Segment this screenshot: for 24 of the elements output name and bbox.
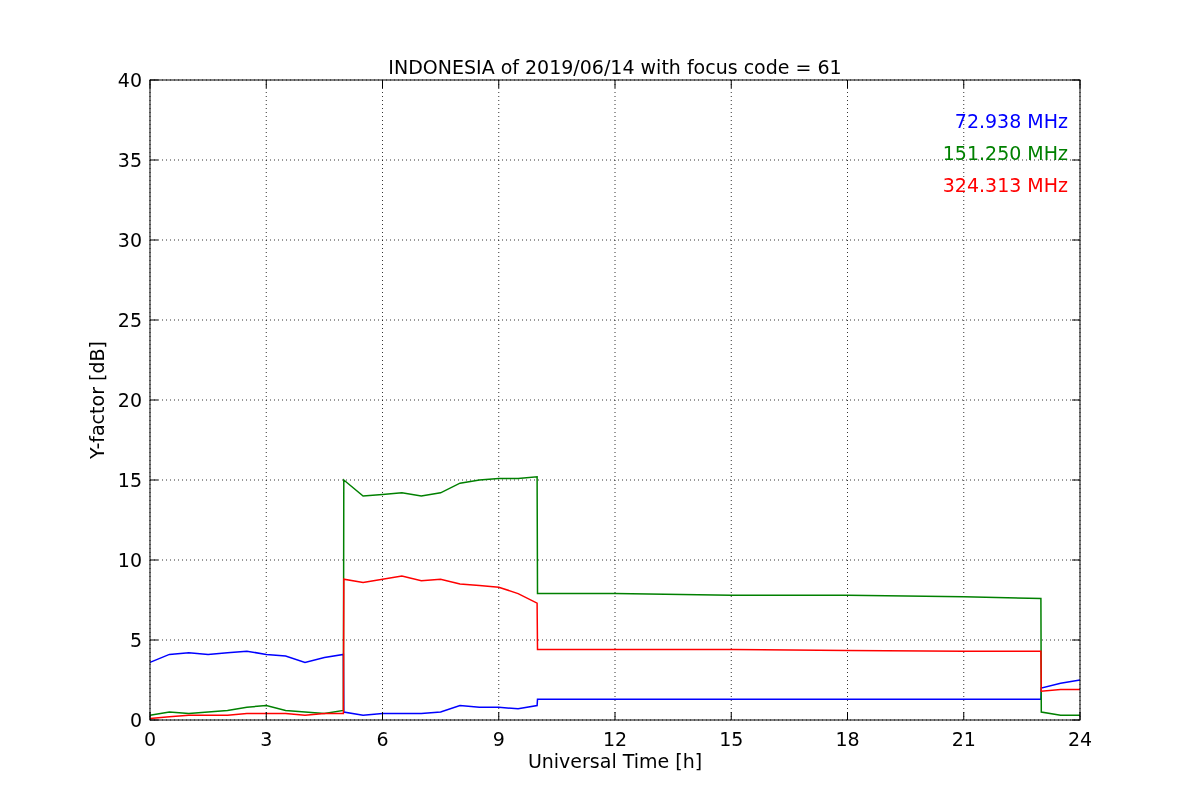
y-tick-label: 35 bbox=[117, 149, 142, 171]
x-tick-label: 24 bbox=[1067, 728, 1093, 750]
x-tick-label: 12 bbox=[602, 728, 628, 750]
x-axis-label: Universal Time [h] bbox=[527, 750, 703, 772]
y-tick-label: 20 bbox=[117, 389, 142, 411]
chart-title: INDONESIA of 2019/06/14 with focus code = 61 bbox=[388, 56, 842, 78]
x-tick-label: 3 bbox=[260, 728, 273, 750]
legend-label: 324.313 MHz bbox=[942, 174, 1068, 196]
y-axis-label: Y-factor [dB] bbox=[86, 341, 108, 459]
y-tick-label: 30 bbox=[117, 229, 142, 251]
y-tick-label: 40 bbox=[117, 69, 142, 91]
legend-label: 72.938 MHz bbox=[954, 110, 1068, 132]
y-tick-label: 5 bbox=[129, 629, 142, 651]
x-tick-label: 6 bbox=[376, 728, 389, 750]
x-tick-label: 21 bbox=[951, 728, 976, 750]
x-tick-label: 9 bbox=[492, 728, 505, 750]
y-tick-label: 0 bbox=[129, 709, 142, 731]
y-tick-label: 25 bbox=[117, 309, 142, 331]
x-tick-label: 15 bbox=[719, 728, 744, 750]
x-tick-label: 18 bbox=[835, 728, 860, 750]
y-tick-label: 10 bbox=[117, 549, 142, 571]
legend-label: 151.250 MHz bbox=[942, 142, 1068, 164]
y-tick-label: 15 bbox=[117, 469, 142, 491]
x-tick-label: 0 bbox=[143, 728, 157, 750]
